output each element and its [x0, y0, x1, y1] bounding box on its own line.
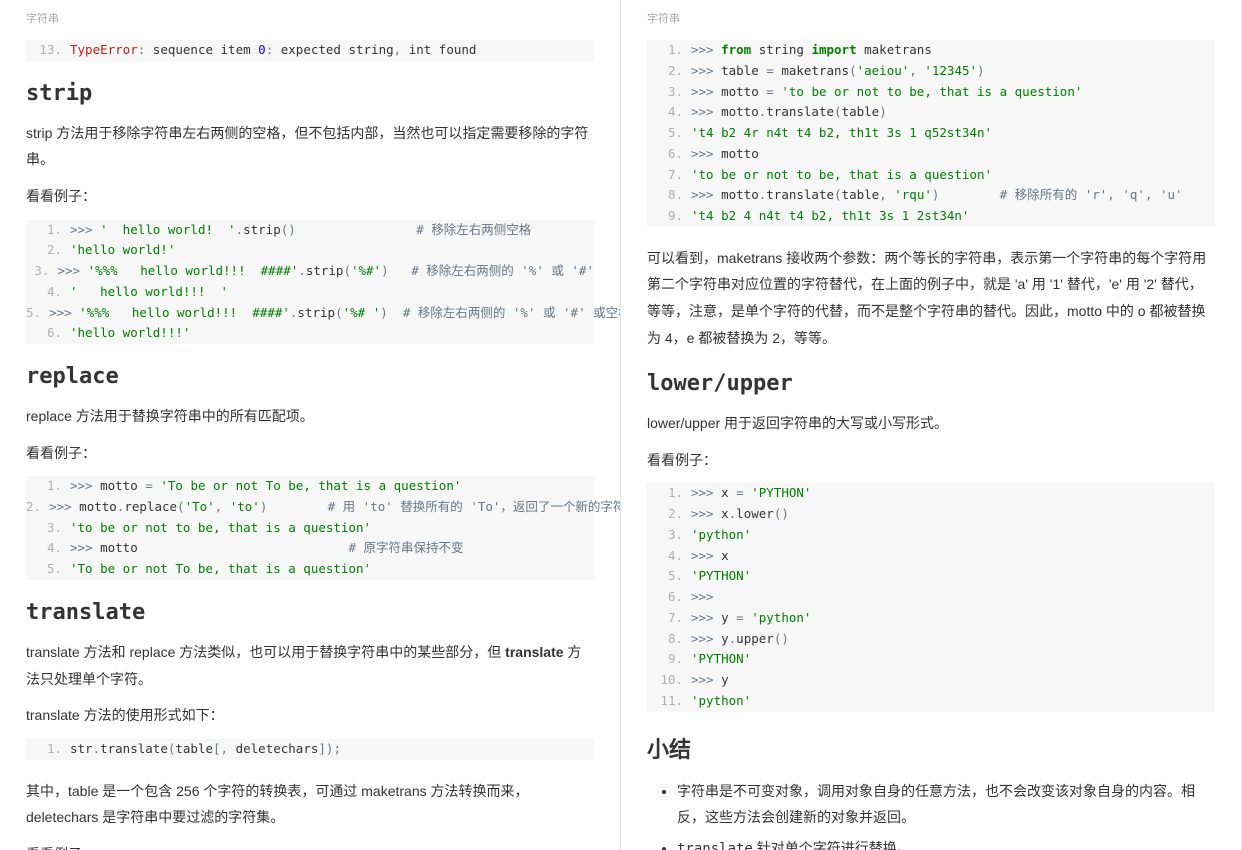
code-line: >>> motto.replace('To', 'to') # 用 'to' 替…: [49, 497, 621, 518]
line-number: 9.: [647, 206, 691, 227]
line-number: 2.: [647, 61, 691, 82]
line-number: 3.: [26, 518, 70, 539]
line-number: 2.: [647, 504, 691, 525]
section-strip-title: strip: [26, 81, 594, 106]
breadcrumb: 字符串: [26, 10, 594, 26]
line-number: 7.: [647, 608, 691, 629]
code-line: >>> x: [691, 546, 1215, 567]
code-line: >>> motto.translate(table, 'rqu') # 移除所有…: [691, 185, 1215, 206]
line-number: 1.: [26, 739, 70, 760]
code-line: str.translate(table[, deletechars]);: [70, 739, 594, 760]
code-line: >>> x.lower(): [691, 504, 1215, 525]
code-block-maketrans: 1.>>> from string import maketrans2.>>> …: [647, 40, 1215, 227]
line-number: 4.: [647, 102, 691, 123]
line-number: 3.: [647, 525, 691, 546]
paragraph: strip 方法用于移除字符串左右两侧的空格，但不包括内部，当然也可以指定需要移…: [26, 120, 594, 173]
line-number: 8.: [647, 185, 691, 206]
section-summary-title: 小结: [647, 732, 1215, 764]
code-line: ' hello world!!! ': [70, 282, 594, 303]
left-page: 字符串 13.TypeError: sequence item 0: expec…: [0, 0, 621, 850]
code-line: >>> x = 'PYTHON': [691, 483, 1215, 504]
code-line: 'hello world!': [70, 240, 594, 261]
line-number: 5.: [647, 566, 691, 587]
code-line: >>> motto = 'to be or not to be, that is…: [691, 82, 1215, 103]
paragraph: 看看例子：: [647, 447, 1215, 474]
line-number: 8.: [647, 629, 691, 650]
code-line: >>> motto: [691, 144, 1215, 165]
code-line: >>> table = maketrans('aeiou', '12345'): [691, 61, 1215, 82]
paragraph: 可以看到，maketrans 接收两个参数：两个等长的字符串，表示第一个字符串的…: [647, 245, 1215, 351]
code-line: 'python': [691, 691, 1215, 712]
line-number: 2.: [26, 497, 49, 518]
line-number: 1.: [26, 220, 70, 241]
right-page: 字符串 1.>>> from string import maketrans2.…: [621, 0, 1242, 850]
code-line: >>> from string import maketrans: [691, 40, 1215, 61]
line-number: 5.: [647, 123, 691, 144]
list-item: translate 针对单个字符进行替换。: [677, 835, 1215, 850]
section-translate-title: translate: [26, 600, 594, 625]
code-line: 'hello world!!!': [70, 323, 594, 344]
code-block-strip: 1.>>> ' hello world! '.strip() # 移除左右两侧空…: [26, 220, 594, 345]
code-line: >>> y: [691, 670, 1215, 691]
code-block-lower-upper: 1.>>> x = 'PYTHON'2.>>> x.lower()3.'pyth…: [647, 483, 1215, 711]
paragraph: 看看例子：: [26, 841, 594, 850]
paragraph: replace 方法用于替换字符串中的所有匹配项。: [26, 403, 594, 430]
code-line: >>> y = 'python': [691, 608, 1215, 629]
paragraph: 看看例子：: [26, 440, 594, 467]
paragraph: 其中，table 是一个包含 256 个字符的转换表，可通过 maketrans…: [26, 778, 594, 831]
paragraph: 看看例子：: [26, 183, 594, 210]
paragraph: lower/upper 用于返回字符串的大写或小写形式。: [647, 410, 1215, 437]
line-number: 3.: [647, 82, 691, 103]
code-block-replace: 1.>>> motto = 'To be or not To be, that …: [26, 476, 594, 580]
code-line: >>> ' hello world! '.strip() # 移除左右两侧空格: [70, 220, 594, 241]
paragraph: translate 方法和 replace 方法类似，也可以用于替换字符串中的某…: [26, 639, 594, 692]
summary-list: 字符串是不可变对象，调用对象自身的任意方法，也不会改变该对象自身的内容。相反，这…: [669, 778, 1215, 850]
line-number: 7.: [647, 165, 691, 186]
line-number: 5.: [26, 303, 49, 324]
line-number: 6.: [647, 587, 691, 608]
code-line: 'to be or not to be, that is a question': [70, 518, 594, 539]
code-line: >>> motto # 原字符串保持不变: [70, 538, 594, 559]
code-line: 't4 b2 4r n4t t4 b2, th1t 3s 1 q52st34n': [691, 123, 1215, 144]
line-number: 2.: [26, 240, 70, 261]
paragraph: translate 方法的使用形式如下：: [26, 702, 594, 729]
code-line: >>> y.upper(): [691, 629, 1215, 650]
code-line: >>> '%%% hello world!!! ####'.strip('%# …: [49, 303, 621, 324]
code-line: 'to be or not to be, that is a question': [691, 165, 1215, 186]
list-item: 字符串是不可变对象，调用对象自身的任意方法，也不会改变该对象自身的内容。相反，这…: [677, 778, 1215, 831]
line-number: 10.: [647, 670, 691, 691]
line-number: 11.: [647, 691, 691, 712]
line-number: 6.: [647, 144, 691, 165]
line-number: 13.: [26, 40, 70, 61]
code-line: >>> motto = 'To be or not To be, that is…: [70, 476, 594, 497]
line-number: 1.: [647, 483, 691, 504]
code-line: >>> '%%% hello world!!! ####'.strip('%#'…: [57, 261, 594, 282]
line-number: 1.: [647, 40, 691, 61]
code-line: 'python': [691, 525, 1215, 546]
code-block-translate-sig: 1.str.translate(table[, deletechars]);: [26, 739, 594, 760]
code-line: 'PYTHON': [691, 566, 1215, 587]
line-number: 4.: [647, 546, 691, 567]
code-line: 'To be or not To be, that is a question': [70, 559, 594, 580]
line-number: 4.: [26, 538, 70, 559]
line-number: 9.: [647, 649, 691, 670]
section-replace-title: replace: [26, 364, 594, 389]
code-block-typeerror: 13.TypeError: sequence item 0: expected …: [26, 40, 594, 61]
line-number: 6.: [26, 323, 70, 344]
code-line: TypeError: sequence item 0: expected str…: [70, 40, 594, 61]
section-lower-upper-title: lower/upper: [647, 371, 1215, 396]
code-line: 't4 b2 4 n4t t4 b2, th1t 3s 1 2st34n': [691, 206, 1215, 227]
breadcrumb: 字符串: [647, 10, 1215, 26]
line-number: 4.: [26, 282, 70, 303]
line-number: 3.: [26, 261, 57, 282]
code-line: >>>: [691, 587, 1215, 608]
line-number: 1.: [26, 476, 70, 497]
code-line: 'PYTHON': [691, 649, 1215, 670]
line-number: 5.: [26, 559, 70, 580]
code-line: >>> motto.translate(table): [691, 102, 1215, 123]
